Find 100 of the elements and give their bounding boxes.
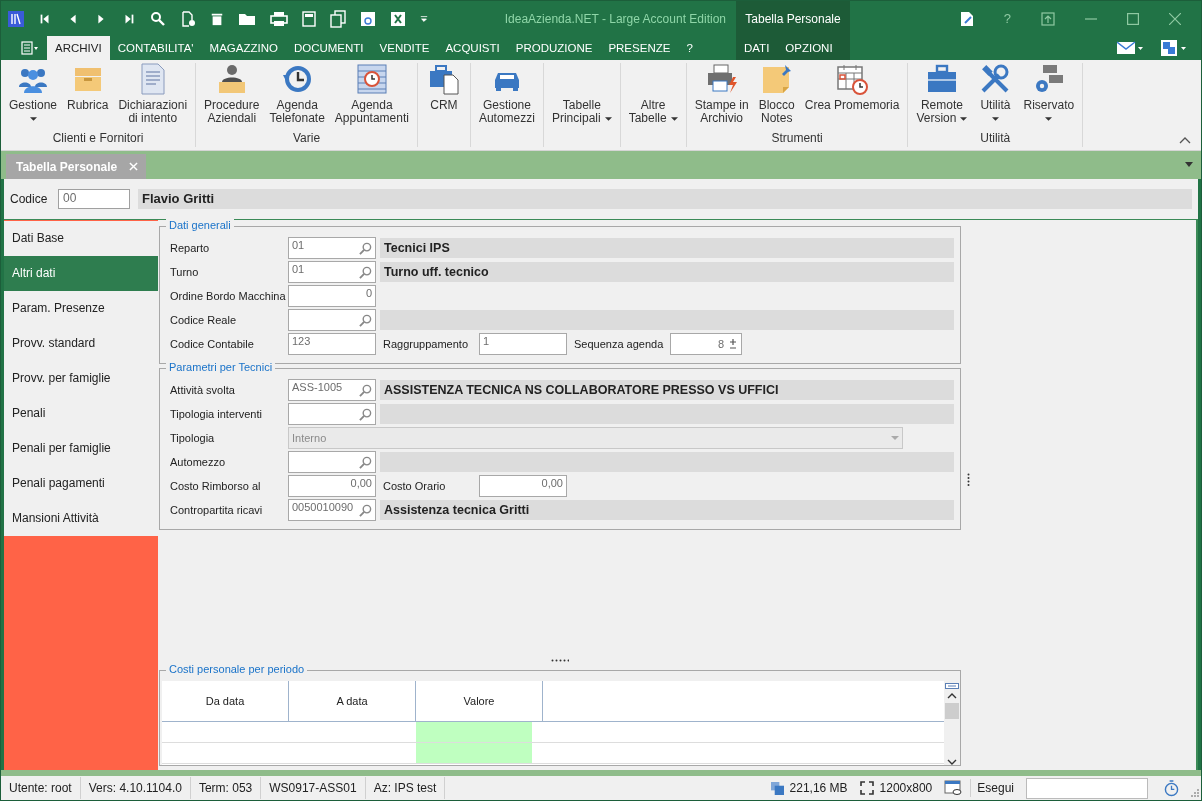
search-icon[interactable] (359, 265, 372, 279)
nav-item[interactable]: Provv. per famiglie (4, 361, 158, 396)
scroll-down-icon[interactable] (947, 759, 957, 765)
editable-cell[interactable] (416, 743, 532, 763)
code-field[interactable]: 00 (58, 189, 130, 209)
editable-cell[interactable] (416, 722, 532, 742)
lookup-field[interactable] (288, 309, 376, 331)
ribbon-group-label: Utilità (979, 131, 1012, 147)
ribbon-tab[interactable]: PRESENZE (600, 36, 679, 60)
ribbon-display-icon[interactable] (1041, 11, 1055, 26)
lookup-field[interactable]: 01 (288, 261, 376, 283)
nav-item[interactable]: Penali pagamenti (4, 466, 158, 501)
nav-item[interactable]: Penali (4, 396, 158, 431)
ribbon-tab[interactable]: ARCHIVI (47, 36, 110, 60)
ribbon-button[interactable]: Agenda Appuntamenti (329, 63, 414, 131)
column-header[interactable]: Da data (162, 681, 289, 721)
lookup-field[interactable]: 01 (288, 237, 376, 259)
field-label: Costo Orario (383, 480, 447, 492)
layout-icon[interactable] (1161, 40, 1187, 56)
column-header[interactable]: Valore (416, 681, 543, 721)
tab-list-caret-icon[interactable] (1185, 162, 1193, 167)
maximize-icon[interactable] (1127, 12, 1139, 25)
spin-icon[interactable] (728, 339, 738, 349)
collapse-ribbon-icon[interactable] (1179, 136, 1191, 144)
app-logo-icon[interactable] (8, 10, 24, 27)
nav-item[interactable]: Mansioni Attività (4, 501, 158, 536)
search-icon[interactable] (359, 241, 372, 255)
edit-document-icon[interactable] (959, 10, 974, 27)
ribbon-button[interactable]: Gestione Automezzi (473, 63, 540, 131)
column-chooser-icon[interactable] (945, 683, 959, 689)
search-icon[interactable] (150, 10, 166, 27)
window-preview-icon[interactable] (944, 780, 963, 796)
ribbon-button[interactable]: Altre Tabelle (623, 63, 683, 131)
folder-icon[interactable] (238, 11, 256, 26)
resize-grip-icon[interactable] (1191, 789, 1199, 797)
ribbon-button[interactable]: Utilità (972, 63, 1019, 131)
search-icon[interactable] (359, 503, 372, 517)
search-icon[interactable] (359, 455, 372, 469)
search-icon[interactable] (359, 383, 372, 397)
fullscreen-icon[interactable] (859, 781, 874, 795)
ribbon-button[interactable]: Remote Version (911, 63, 973, 131)
scroll-thumb[interactable] (945, 703, 959, 719)
nav-item[interactable]: Altri dati (4, 256, 158, 291)
ribbon-tab[interactable]: ACQUISTI (437, 36, 508, 60)
calculator-icon[interactable] (302, 10, 316, 27)
ribbon-button[interactable]: Procedure Aziendali (199, 63, 265, 131)
ribbon-button[interactable]: Agenda Telefonate (264, 63, 330, 131)
ribbon-button[interactable]: CRM (420, 63, 467, 131)
ribbon-tab[interactable]: DATI (736, 36, 778, 60)
nav-item[interactable]: Penali per famiglie (4, 431, 158, 466)
ribbon-button[interactable]: Tabelle Principali (546, 63, 617, 131)
close-icon[interactable] (1169, 12, 1181, 25)
clock-icon[interactable] (1164, 779, 1179, 797)
nav-item[interactable]: Provv. standard (4, 326, 158, 361)
ribbon-tab[interactable]: VENDITE (371, 36, 438, 60)
lookup-field[interactable]: 0050010090 (288, 499, 376, 521)
printer-icon[interactable] (270, 10, 288, 27)
print-preview-icon[interactable] (360, 10, 376, 27)
column-header[interactable]: A data (289, 681, 416, 721)
caret-icon (960, 116, 968, 121)
run-field[interactable] (1026, 777, 1148, 799)
ribbon-button[interactable]: Gestione (4, 63, 63, 131)
splitter-grip-icon[interactable] (967, 473, 970, 487)
lookup-field[interactable] (288, 403, 376, 425)
lookup-field[interactable] (288, 451, 376, 473)
ribbon-button[interactable]: Blocco Notes (753, 63, 800, 131)
spin-field[interactable]: 8 (670, 333, 742, 355)
number-field[interactable]: 0 (288, 285, 376, 307)
ribbon-tab[interactable]: OPZIONI (777, 36, 841, 60)
number-field[interactable]: 0,00 (479, 475, 567, 497)
ribbon-tab[interactable]: CONTABILITA' (109, 36, 202, 60)
ribbon-button[interactable]: Rubrica (62, 63, 114, 131)
menu-icon (21, 41, 39, 55)
scrollbar[interactable] (944, 681, 960, 765)
excel-icon[interactable] (390, 10, 406, 27)
customize-caret-icon[interactable] (420, 14, 428, 23)
ribbon-button[interactable]: Stampe in Archivio (689, 63, 754, 131)
nav-item[interactable]: Param. Presenze (4, 291, 158, 326)
search-icon[interactable] (359, 407, 372, 421)
field-label: Codice Contabile (170, 338, 255, 350)
nav-item[interactable]: Dati Base (4, 221, 158, 256)
scroll-up-icon[interactable] (947, 693, 957, 699)
new-document-icon[interactable] (180, 10, 196, 27)
text-field[interactable]: 123 (288, 333, 376, 355)
mail-icon[interactable] (1117, 41, 1143, 55)
splitter-grip-icon[interactable] (551, 659, 569, 662)
ribbon-group-label: Clienti e Fornitori (51, 131, 145, 147)
ribbon-tab[interactable]: DOCUMENTI (285, 36, 372, 60)
ribbon-button[interactable]: Dichiarazioni di intento (113, 63, 193, 131)
text-field[interactable]: 1 (479, 333, 567, 355)
ribbon-tab[interactable]: PRODUZIONE (507, 36, 601, 60)
lookup-field[interactable]: ASS-1005 (288, 379, 376, 401)
search-icon[interactable] (359, 313, 372, 327)
ribbon-tab[interactable]: ? (678, 36, 701, 60)
number-field[interactable]: 0,00 (288, 475, 376, 497)
ribbon-tab[interactable]: MAGAZZINO (201, 36, 286, 60)
copy-icon[interactable] (330, 9, 346, 28)
description-field: Tecnici IPS (380, 238, 954, 258)
ribbon-button[interactable]: Crea Promemoria (799, 63, 905, 131)
ribbon-button[interactable]: Riservato (1018, 63, 1080, 131)
